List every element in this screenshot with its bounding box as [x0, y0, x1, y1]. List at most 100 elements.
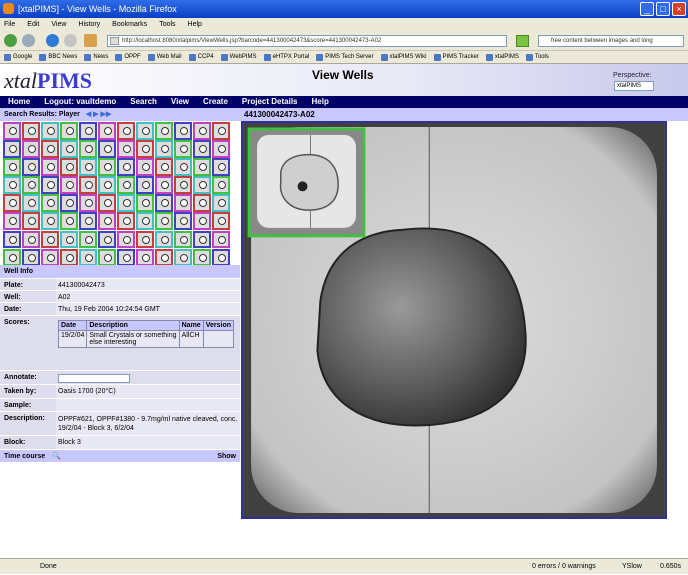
menu-item-help[interactable]: Help: [188, 18, 202, 31]
minimize-button[interactable]: _: [640, 2, 654, 16]
bookmark-12[interactable]: Tools: [525, 51, 549, 63]
well-thumbnail[interactable]: [41, 158, 59, 176]
well-thumbnail[interactable]: [212, 122, 230, 140]
well-thumbnail[interactable]: [212, 230, 230, 249]
well-thumbnail[interactable]: [174, 122, 192, 140]
well-thumbnail[interactable]: [155, 158, 173, 176]
well-thumbnail[interactable]: [79, 140, 97, 158]
well-thumbnail[interactable]: [41, 140, 59, 158]
well-thumbnail[interactable]: [3, 230, 21, 249]
well-thumbnail[interactable]: [193, 230, 211, 249]
annotate-select[interactable]: [58, 374, 130, 383]
well-thumbnail[interactable]: [117, 122, 135, 140]
bookmark-6[interactable]: WebPIMS: [220, 51, 257, 63]
bookmark-9[interactable]: xtalPIMS Wiki: [380, 51, 427, 63]
well-thumbnail[interactable]: [98, 212, 116, 230]
well-thumbnail[interactable]: [98, 122, 116, 140]
well-thumbnail[interactable]: [3, 248, 21, 267]
well-thumbnail[interactable]: [41, 230, 59, 249]
well-thumbnail[interactable]: [79, 212, 97, 230]
next-arrow-icon[interactable]: ▶▶: [101, 111, 112, 118]
well-thumbnail[interactable]: [212, 194, 230, 212]
well-thumbnail[interactable]: [60, 194, 78, 212]
well-thumbnail[interactable]: [136, 194, 154, 212]
well-thumbnail[interactable]: [117, 176, 135, 194]
well-thumbnail[interactable]: [136, 122, 154, 140]
well-thumbnail[interactable]: [136, 158, 154, 176]
well-thumbnail[interactable]: [79, 176, 97, 194]
well-thumbnail[interactable]: [212, 140, 230, 158]
well-thumbnail[interactable]: [98, 230, 116, 249]
nav-item-0[interactable]: Home: [8, 96, 30, 108]
well-thumbnail[interactable]: [174, 194, 192, 212]
bookmark-8[interactable]: PIMS Tech Server: [316, 51, 374, 63]
nav-item-5[interactable]: Project Details: [242, 96, 298, 108]
well-thumbnail[interactable]: [155, 212, 173, 230]
nav-item-6[interactable]: Help: [312, 96, 329, 108]
bookmark-10[interactable]: PIMS Tracker: [433, 51, 479, 63]
well-thumbnail[interactable]: [3, 158, 21, 176]
well-thumbnail[interactable]: [193, 122, 211, 140]
well-thumbnail[interactable]: [117, 140, 135, 158]
url-bar[interactable]: http://localhost:8080/xtalpims/ViewWells…: [107, 35, 507, 47]
well-thumbnail[interactable]: [155, 230, 173, 249]
bookmark-4[interactable]: Web Mail: [147, 51, 182, 63]
menu-item-file[interactable]: File: [4, 18, 15, 31]
search-box[interactable]: free content between images and long: [538, 35, 684, 47]
nav-item-3[interactable]: View: [171, 96, 189, 108]
bookmark-11[interactable]: xtalPIMS: [485, 51, 519, 63]
well-thumbnail[interactable]: [3, 122, 21, 140]
well-thumbnail[interactable]: [174, 212, 192, 230]
yslow-text[interactable]: YSlow: [622, 559, 642, 575]
well-thumbnail[interactable]: [212, 212, 230, 230]
well-thumbnail[interactable]: [22, 212, 40, 230]
go-button[interactable]: [516, 35, 529, 47]
well-thumbnail[interactable]: [41, 176, 59, 194]
well-thumbnail[interactable]: [79, 230, 97, 249]
well-thumbnail[interactable]: [22, 194, 40, 212]
well-thumbnail[interactable]: [117, 248, 135, 267]
well-thumbnail[interactable]: [60, 248, 78, 267]
well-thumbnail[interactable]: [22, 176, 40, 194]
well-thumbnail[interactable]: [41, 194, 59, 212]
well-thumbnail[interactable]: [98, 176, 116, 194]
well-thumbnail[interactable]: [193, 212, 211, 230]
well-thumbnail[interactable]: [174, 230, 192, 249]
bookmark-3[interactable]: OPPF: [115, 51, 141, 63]
menu-item-edit[interactable]: Edit: [27, 18, 39, 31]
bookmark-0[interactable]: Google: [4, 51, 32, 63]
well-thumbnail[interactable]: [22, 140, 40, 158]
well-thumbnail[interactable]: [193, 176, 211, 194]
well-thumbnail[interactable]: [3, 194, 21, 212]
close-button[interactable]: ×: [672, 2, 686, 16]
well-thumbnail[interactable]: [136, 230, 154, 249]
menu-item-bookmarks[interactable]: Bookmarks: [112, 18, 147, 31]
well-thumbnail[interactable]: [155, 176, 173, 194]
well-thumbnail[interactable]: [155, 194, 173, 212]
well-thumbnail[interactable]: [193, 140, 211, 158]
nav-item-4[interactable]: Create: [203, 96, 228, 108]
well-thumbnail[interactable]: [98, 140, 116, 158]
well-thumbnail[interactable]: [155, 248, 173, 267]
well-thumbnail[interactable]: [155, 122, 173, 140]
well-thumbnail[interactable]: [60, 140, 78, 158]
well-thumbnail[interactable]: [60, 158, 78, 176]
perspective-select[interactable]: xtalPIMS: [614, 81, 654, 91]
well-thumbnail[interactable]: [136, 140, 154, 158]
well-thumbnail[interactable]: [212, 248, 230, 267]
well-thumbnail[interactable]: [136, 176, 154, 194]
well-thumbnail[interactable]: [136, 248, 154, 267]
well-thumbnail[interactable]: [193, 248, 211, 267]
well-thumbnail[interactable]: [193, 158, 211, 176]
well-thumbnail[interactable]: [3, 140, 21, 158]
well-thumbnail[interactable]: [174, 140, 192, 158]
well-thumbnail[interactable]: [212, 158, 230, 176]
well-thumbnail[interactable]: [60, 230, 78, 249]
well-thumbnail[interactable]: [60, 176, 78, 194]
well-thumbnail[interactable]: [98, 194, 116, 212]
well-thumbnail[interactable]: [117, 158, 135, 176]
well-thumbnail[interactable]: [60, 122, 78, 140]
back-button[interactable]: [4, 34, 17, 47]
well-thumbnail[interactable]: [22, 248, 40, 267]
nav-item-2[interactable]: Search: [130, 96, 157, 108]
